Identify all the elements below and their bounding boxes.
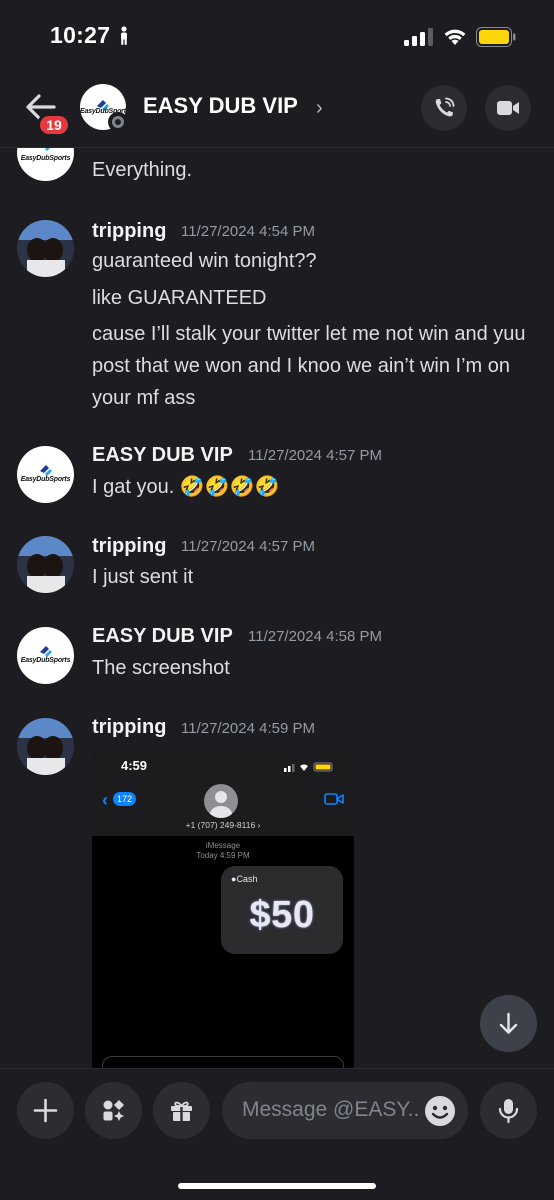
battery-icon [476, 27, 516, 47]
logo-text: EasyDubSports [20, 154, 71, 162]
logo-mark-icon [44, 148, 50, 151]
gift-button[interactable] [153, 1082, 210, 1139]
wifi-icon [444, 29, 466, 45]
video-camera-icon [497, 101, 519, 115]
screenshot-input-bar [102, 1056, 344, 1068]
chat-header: 19 EasyDubSports EASY DUB VIP › [0, 76, 554, 148]
imessage-label: iMessage Today 4:59 PM [92, 841, 354, 861]
microphone-icon [498, 1099, 519, 1123]
cash-amount: $50 [249, 894, 315, 936]
screenshot-header: 4:59 ‹ 172 +1 (707) 249-8116 › [92, 748, 354, 836]
message-timestamp: 11/27/2024 4:57 PM [181, 538, 315, 555]
apps-button[interactable] [85, 1082, 142, 1139]
add-attachment-button[interactable] [17, 1082, 74, 1139]
channel-name[interactable]: EASY DUB VIP [143, 93, 298, 119]
logo-text: EasyDubSports [20, 475, 71, 483]
message-text: guaranteed win tonight?? [92, 250, 317, 272]
message-author[interactable]: tripping [92, 220, 166, 243]
chevron-left-icon: ‹ [102, 790, 108, 810]
voice-call-button[interactable] [421, 85, 467, 131]
screenshot-time: 4:59 [121, 758, 148, 773]
message-placeholder: Message @EASY.. [242, 1098, 420, 1121]
message-author[interactable]: tripping [92, 716, 166, 739]
emoji-icon[interactable] [424, 1095, 456, 1127]
message-text: cause I’ll stalk your twitter let me not… [92, 323, 526, 409]
gift-icon [171, 1101, 192, 1121]
message-timestamp: 11/27/2024 4:57 PM [248, 447, 382, 464]
message-timestamp: 11/27/2024 4:59 PM [181, 720, 315, 737]
home-indicator [178, 1183, 376, 1189]
contact-avatar-icon [204, 784, 238, 818]
apple-cash-label: ●Cash [231, 874, 258, 884]
message-input[interactable]: Message @EASY.. [222, 1082, 468, 1139]
profile-photo [17, 536, 74, 593]
video-call-button[interactable] [485, 85, 531, 131]
image-attachment[interactable]: 4:59 ‹ 172 +1 (707) 249-8116 › iMessage … [92, 748, 354, 1068]
author-avatar[interactable]: EasyDubSports [17, 148, 74, 181]
status-bar: 10:27 [0, 0, 554, 76]
message-author[interactable]: EASY DUB VIP [92, 444, 233, 467]
author-avatar[interactable]: EasyDubSports [17, 446, 74, 503]
message-timestamp: 11/27/2024 4:54 PM [181, 223, 315, 240]
unread-badge: 19 [37, 113, 71, 137]
message-text: like GUARANTEED [92, 287, 267, 309]
screenshot-back-count: 172 [113, 792, 137, 806]
chevron-right-icon[interactable]: › [316, 97, 323, 120]
screenshot-status-icons [284, 762, 333, 772]
service-time: Today 4:59 PM [196, 851, 250, 860]
profile-photo [17, 718, 74, 775]
person-icon [121, 26, 127, 45]
apps-icon [103, 1100, 124, 1121]
message-list[interactable]: EasyDubSports Everything. tripping 11/27… [0, 148, 554, 1068]
apple-cash-bubble: ●Cash $50 [221, 866, 343, 954]
message-author[interactable]: EASY DUB VIP [92, 625, 233, 648]
message-text: The screenshot [92, 657, 230, 679]
video-camera-icon [324, 793, 344, 805]
scroll-to-bottom-button[interactable] [480, 995, 537, 1052]
author-avatar[interactable] [17, 718, 74, 775]
signal-icon [404, 28, 433, 46]
message-text: I just sent it [92, 566, 194, 588]
author-avatar[interactable] [17, 536, 74, 593]
voice-message-button[interactable] [480, 1082, 537, 1139]
message-composer: Message @EASY.. [0, 1068, 554, 1200]
plus-icon [33, 1098, 58, 1123]
message-timestamp: 11/27/2024 4:58 PM [248, 628, 382, 645]
offline-status-icon [108, 112, 128, 132]
status-time: 10:27 [50, 22, 111, 48]
service-name: iMessage [205, 841, 241, 850]
author-avatar[interactable]: EasyDubSports [17, 627, 74, 684]
logo-text: EasyDubSports [20, 656, 71, 664]
message-author[interactable]: tripping [92, 535, 166, 558]
profile-photo [17, 220, 74, 277]
message-text: I gat you. 🤣🤣🤣🤣 [92, 476, 280, 498]
contact-number: +1 (707) 249-8116 › [185, 820, 261, 830]
phone-icon [435, 97, 455, 117]
message-text: Everything. [92, 159, 193, 181]
arrow-down-icon [499, 1012, 518, 1034]
author-avatar[interactable] [17, 220, 74, 277]
